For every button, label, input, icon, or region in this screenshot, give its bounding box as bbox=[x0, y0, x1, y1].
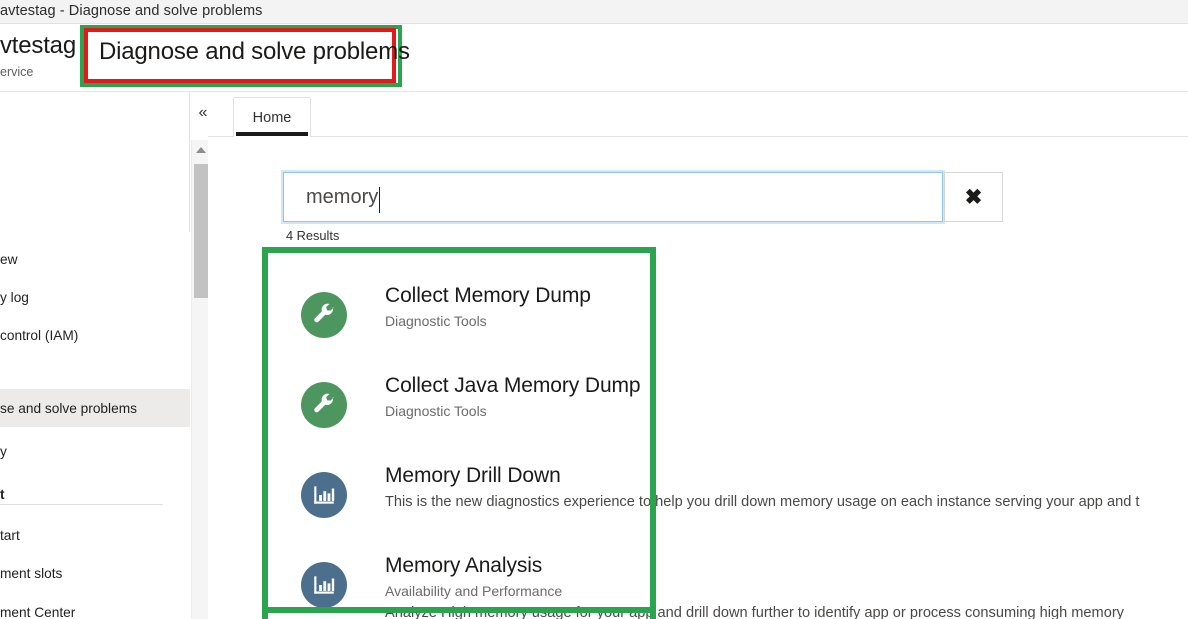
left-nav-scrollbar[interactable] bbox=[191, 140, 208, 619]
search-result-title: Memory Drill Down bbox=[385, 464, 561, 487]
scrollbar-thumb[interactable] bbox=[194, 164, 208, 298]
search-result-item[interactable]: Memory Drill Down This is the new diagnos… bbox=[208, 464, 1168, 562]
search-result-title: Memory Analysis bbox=[385, 554, 543, 577]
search-result-title: Collect Java Memory Dump bbox=[385, 374, 641, 397]
sidebar-item[interactable]: y log bbox=[0, 278, 190, 316]
sidebar-item[interactable]: ment slots bbox=[0, 554, 190, 592]
sidebar-item[interactable]: tart bbox=[0, 516, 190, 554]
sidebar-item-label: ment Center bbox=[0, 604, 76, 619]
sidebar-item-label: control (IAM) bbox=[0, 327, 79, 343]
sidebar-item-label: y log bbox=[0, 289, 29, 305]
wrench-icon bbox=[301, 292, 347, 338]
sidebar-item[interactable]: y bbox=[0, 432, 190, 470]
search-result-item[interactable]: Memory Analysis Availability and Performa… bbox=[208, 554, 1168, 619]
search-result-category: Diagnostic Tools bbox=[385, 403, 487, 419]
browser-title-bar: avtestag - Diagnose and solve problems bbox=[0, 0, 1188, 24]
content-area: Home memory ✖ 4 Results Collect Memory D… bbox=[208, 92, 1188, 619]
search-result-description: Analyze High memory usage for your app a… bbox=[385, 605, 1124, 619]
left-nav-panel: ew y log control (IAM) se and solve problem… bbox=[0, 92, 190, 619]
sidebar-item[interactable]: control (IAM) bbox=[0, 316, 190, 354]
caret-up-icon bbox=[195, 147, 206, 153]
sidebar-item[interactable]: se and solve problems bbox=[0, 389, 190, 427]
search-result-category: Availability and Performance bbox=[385, 583, 563, 599]
resource-name: vtestag - bbox=[0, 32, 91, 59]
bar-chart-icon bbox=[301, 472, 347, 518]
search-result-item[interactable]: Collect Java Memory Dump Diagnostic Tools bbox=[208, 374, 1168, 472]
resource-type-label: ervice bbox=[0, 65, 34, 79]
search-result-description: This is the new diagnostics experience t… bbox=[385, 494, 1140, 510]
left-nav-list: ew y log control (IAM) se and solve problem… bbox=[0, 232, 190, 619]
page-title: Diagnose and solve problems bbox=[99, 38, 410, 65]
sidebar-item-label: t bbox=[0, 486, 5, 502]
browser-tab-title: avtestag - Diagnose and solve problems bbox=[0, 3, 263, 19]
sidebar-item-label: tart bbox=[0, 527, 20, 543]
sidebar-item-label: ew bbox=[0, 251, 18, 267]
sidebar-item[interactable]: t bbox=[0, 475, 190, 513]
sidebar-item-label: se and solve problems bbox=[0, 400, 137, 416]
sidebar-item[interactable]: ment Center bbox=[0, 593, 190, 619]
wrench-icon bbox=[301, 382, 347, 428]
app-screen: avtestag - Diagnose and solve problems v… bbox=[0, 0, 1188, 619]
search-result-item[interactable]: Collect Memory Dump Diagnostic Tools bbox=[208, 284, 1168, 382]
bar-chart-icon bbox=[301, 562, 347, 608]
sidebar-item[interactable]: ew bbox=[0, 240, 190, 278]
search-result-title: Collect Memory Dump bbox=[385, 284, 591, 307]
search-result-category: Diagnostic Tools bbox=[385, 313, 487, 329]
sidebar-divider bbox=[0, 504, 163, 505]
sidebar-item-label: y bbox=[0, 443, 7, 459]
sidebar-item-label: ment slots bbox=[0, 565, 63, 581]
scroll-up-button[interactable] bbox=[192, 140, 209, 160]
annotation-box-red-title: Diagnose and solve problems bbox=[84, 28, 410, 83]
search-results-list: Collect Memory Dump Diagnostic Tools Colle… bbox=[208, 92, 1188, 619]
chevron-double-left-icon: « bbox=[198, 104, 208, 121]
